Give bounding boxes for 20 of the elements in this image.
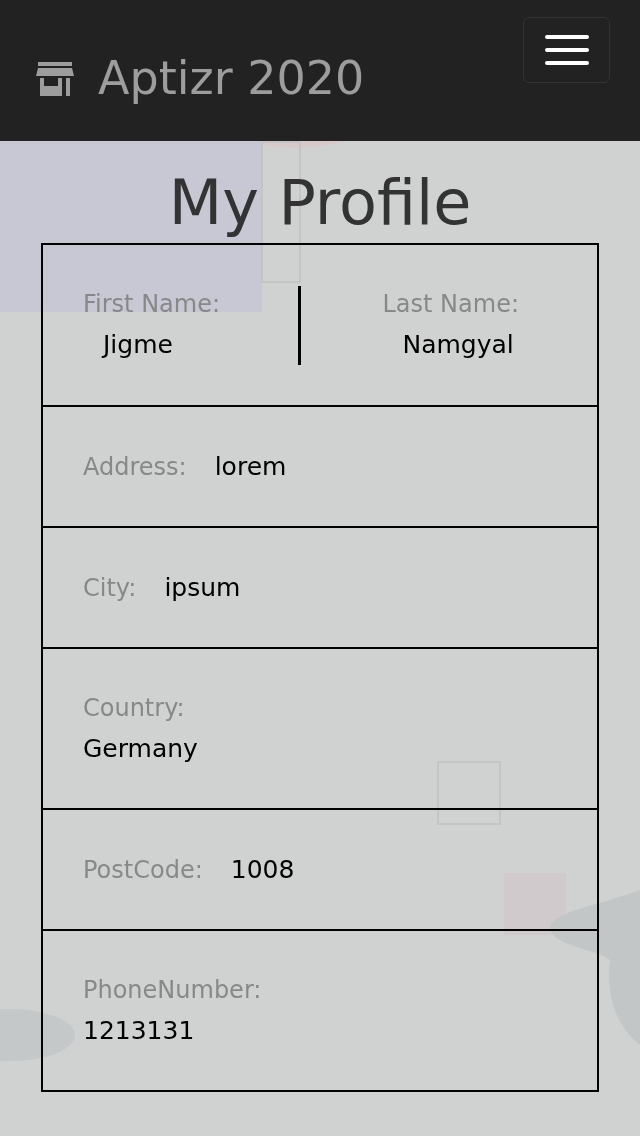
field-value: 1008 — [230, 853, 295, 886]
field-label: Address: — [83, 451, 187, 483]
field-value: Germany — [83, 733, 198, 763]
menu-icon — [543, 35, 590, 65]
field-label: PhoneNumber: — [83, 975, 262, 1004]
field-label: PostCode: — [83, 854, 203, 886]
store-icon — [36, 61, 74, 96]
field-value: ipsum — [164, 571, 241, 604]
field-value: 1213131 — [83, 1015, 195, 1045]
page-title: My Profile — [168, 169, 472, 238]
menu-button[interactable] — [523, 17, 610, 83]
field-label: First Name: — [83, 290, 221, 319]
field-value: Namgyal — [401, 330, 514, 360]
field-label: Last Name: — [382, 290, 519, 319]
field-value: Jigme — [100, 330, 173, 360]
field-label: City: — [83, 572, 137, 604]
field-value: lorem — [214, 450, 287, 483]
square-decoration — [504, 873, 566, 935]
field-label: Country: — [83, 693, 185, 722]
square-outline-decoration — [437, 761, 501, 825]
